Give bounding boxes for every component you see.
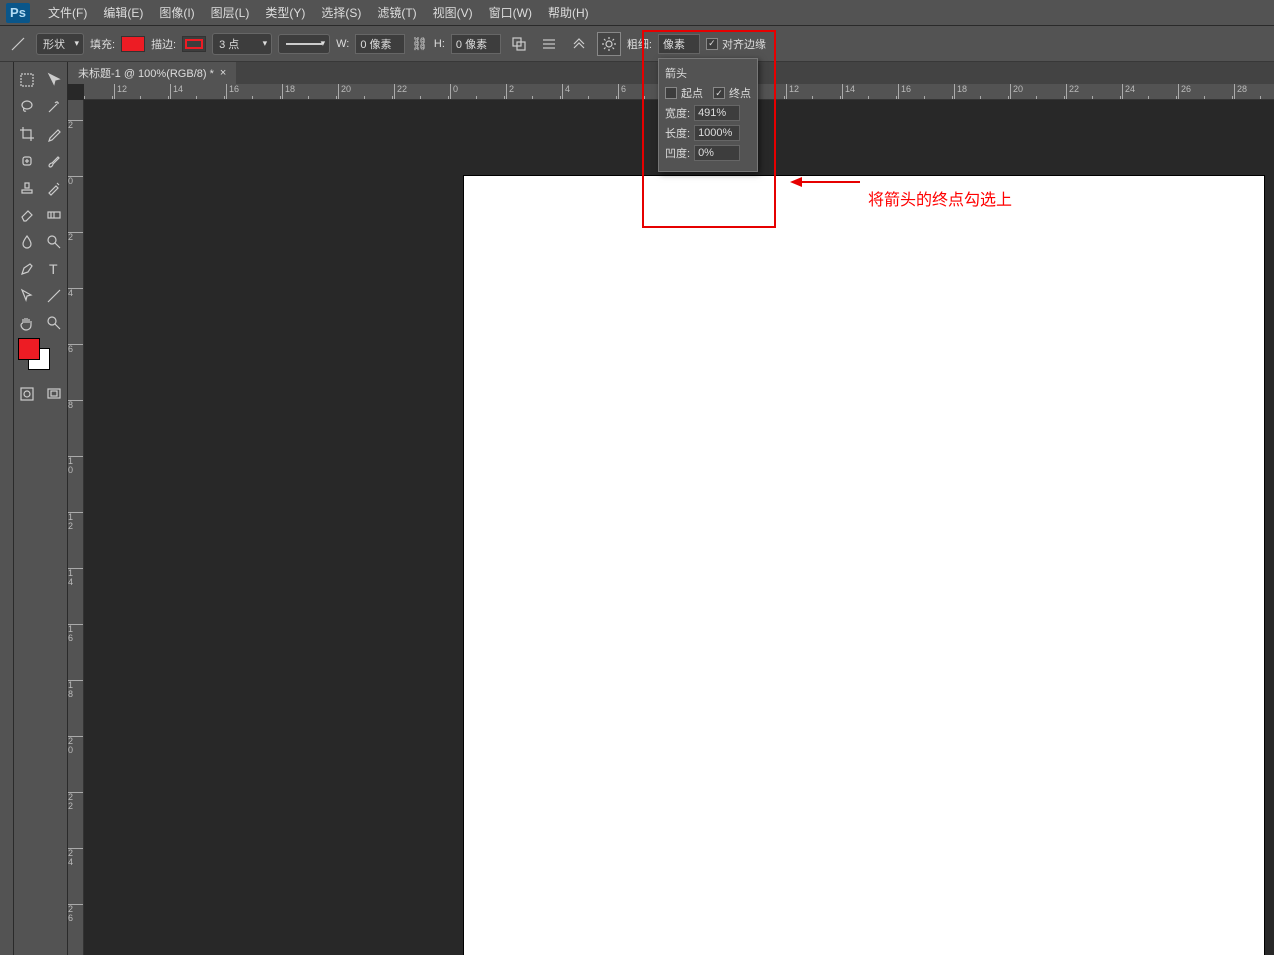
move-tool[interactable]	[41, 66, 68, 93]
checkbox-icon	[665, 87, 677, 99]
tab-title: 未标题-1 @ 100%(RGB/8) *	[78, 65, 214, 81]
marquee-tool[interactable]	[14, 66, 41, 93]
svg-text:T: T	[49, 261, 58, 277]
menu-file[interactable]: 文件(F)	[40, 0, 95, 25]
menu-type[interactable]: 类型(Y)	[257, 0, 313, 25]
canvas-area: 未标题-1 @ 100%(RGB/8) * × 1214161820220246…	[68, 62, 1274, 955]
brush-tool[interactable]	[41, 147, 68, 174]
tool-mode-dropdown[interactable]: 形状	[36, 33, 84, 55]
stroke-label: 描边:	[151, 36, 176, 52]
ruler-vertical: 202468101214161820222426	[68, 100, 84, 955]
height-label: H:	[434, 38, 445, 50]
history-brush-tool[interactable]	[41, 174, 68, 201]
menu-image[interactable]: 图像(I)	[151, 0, 202, 25]
arrow-length-input[interactable]	[694, 125, 740, 141]
menu-window[interactable]: 窗口(W)	[481, 0, 540, 25]
menu-select[interactable]: 选择(S)	[313, 0, 369, 25]
zoom-tool[interactable]	[41, 309, 68, 336]
document-tab[interactable]: 未标题-1 @ 100%(RGB/8) * ×	[68, 62, 236, 84]
arrow-concavity-label: 凹度:	[665, 145, 690, 161]
tab-close-icon[interactable]: ×	[220, 67, 226, 79]
quick-mask-icon[interactable]	[14, 380, 41, 407]
pen-tool[interactable]	[14, 255, 41, 282]
align-edges-checkbox[interactable]: 对齐边缘	[706, 36, 766, 52]
arrow-length-label: 长度:	[665, 125, 690, 141]
height-input[interactable]	[451, 34, 501, 54]
menu-edit[interactable]: 编辑(E)	[95, 0, 151, 25]
stroke-swatch[interactable]	[182, 36, 206, 52]
path-select-tool[interactable]	[14, 282, 41, 309]
crop-tool[interactable]	[14, 120, 41, 147]
workspace: T 未标题-1 @ 100%(RGB/8) * × 12141618202202…	[0, 62, 1274, 955]
checkbox-icon	[713, 87, 725, 99]
eyedropper-tool[interactable]	[41, 120, 68, 147]
width-input[interactable]	[355, 34, 405, 54]
collapse-strip[interactable]	[0, 62, 14, 955]
arrow-end-checkbox[interactable]: 终点	[713, 85, 751, 101]
arrange-icon[interactable]	[567, 32, 591, 56]
toolbox: T	[14, 62, 68, 955]
arrow-width-label: 宽度:	[665, 105, 690, 121]
arrow-width-input[interactable]	[694, 105, 740, 121]
canvas[interactable]	[464, 176, 1264, 955]
type-tool[interactable]: T	[41, 255, 68, 282]
heal-tool[interactable]	[14, 147, 41, 174]
menu-view[interactable]: 视图(V)	[425, 0, 481, 25]
check-icon	[706, 38, 718, 50]
width-label: W:	[336, 38, 349, 50]
line-tool-icon	[6, 32, 30, 56]
weight-label: 粗细:	[627, 36, 652, 52]
stroke-width-dropdown[interactable]: 3 点	[212, 33, 272, 55]
link-wh-icon[interactable]: ⛓	[411, 36, 428, 52]
blur-tool[interactable]	[14, 228, 41, 255]
path-ops-icon[interactable]	[507, 32, 531, 56]
arrowhead-popover: 箭头 起点 终点 宽度: 长度: 凹度:	[658, 58, 758, 172]
gear-icon[interactable]	[597, 32, 621, 56]
arrow-concavity-input[interactable]	[694, 145, 740, 161]
options-bar: 形状 填充: 描边: 3 点 W: ⛓ H: 粗细: 对齐边缘	[0, 26, 1274, 62]
stroke-style-dropdown[interactable]	[278, 34, 330, 54]
wand-tool[interactable]	[41, 93, 68, 120]
annotation-arrow-icon	[790, 176, 860, 188]
eraser-tool[interactable]	[14, 201, 41, 228]
annotation-text: 将箭头的终点勾选上	[868, 186, 1012, 210]
fg-color-swatch[interactable]	[18, 338, 40, 360]
popover-title: 箭头	[665, 65, 751, 81]
menu-layer[interactable]: 图层(L)	[203, 0, 258, 25]
gradient-tool[interactable]	[41, 201, 68, 228]
dodge-tool[interactable]	[41, 228, 68, 255]
weight-input[interactable]	[658, 34, 700, 54]
menu-filter[interactable]: 滤镜(T)	[369, 0, 424, 25]
menu-help[interactable]: 帮助(H)	[540, 0, 597, 25]
align-icon[interactable]	[537, 32, 561, 56]
screen-mode-icon[interactable]	[41, 380, 68, 407]
arrow-start-checkbox[interactable]: 起点	[665, 85, 703, 101]
canvas-viewport[interactable]	[84, 100, 1274, 955]
stamp-tool[interactable]	[14, 174, 41, 201]
color-swatches	[14, 336, 67, 376]
menubar: Ps 文件(F) 编辑(E) 图像(I) 图层(L) 类型(Y) 选择(S) 滤…	[0, 0, 1274, 26]
ps-logo: Ps	[6, 3, 30, 23]
hand-tool[interactable]	[14, 309, 41, 336]
fill-swatch[interactable]	[121, 36, 145, 52]
line-shape-tool[interactable]	[41, 282, 68, 309]
fill-label: 填充:	[90, 36, 115, 52]
lasso-tool[interactable]	[14, 93, 41, 120]
